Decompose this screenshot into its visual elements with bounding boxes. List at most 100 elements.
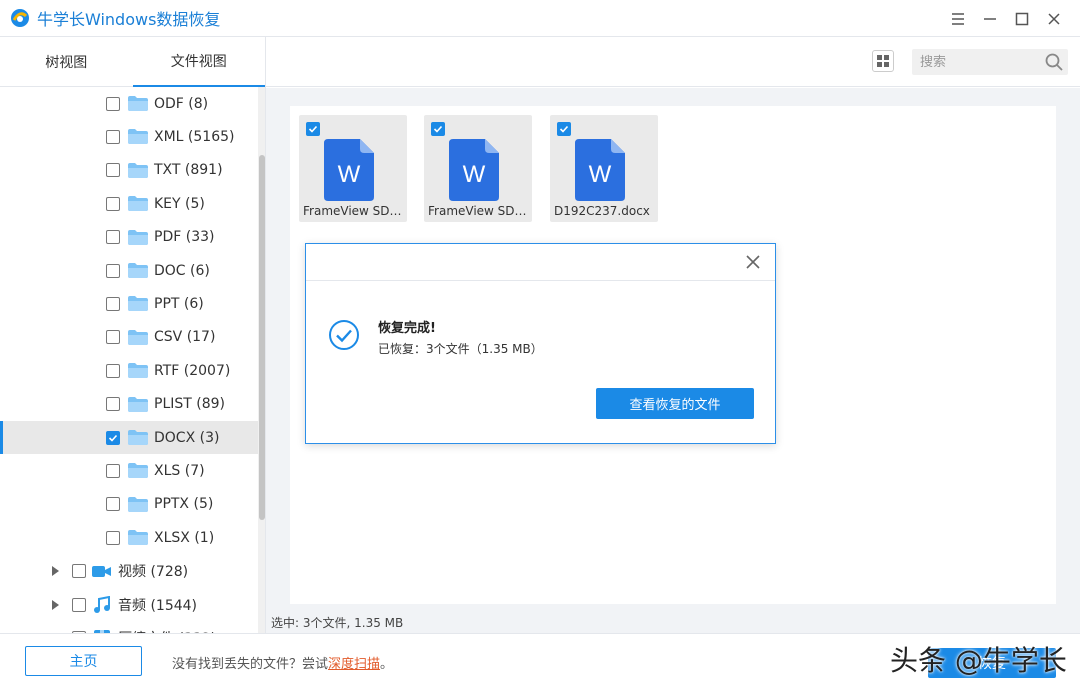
tree-item[interactable]: PDF (33) — [0, 221, 258, 254]
file-checkbox[interactable] — [557, 122, 571, 136]
tree-item-checkbox[interactable] — [106, 129, 120, 144]
tree-item-label: DOC (6) — [154, 262, 210, 279]
dialog-close-icon[interactable] — [745, 254, 761, 270]
folder-icon — [128, 129, 148, 145]
deep-scan-link[interactable]: 深度扫描 — [328, 657, 380, 672]
app-logo-icon — [9, 7, 31, 29]
file-name: FrameView SDK... — [303, 204, 403, 218]
grid-view-button[interactable] — [872, 50, 894, 72]
tree-item[interactable]: RTF (2007) — [0, 354, 258, 387]
dialog-title: 恢复完成! — [378, 321, 436, 336]
tree-item-label: XLS (7) — [154, 462, 205, 479]
tree-item[interactable]: DOCX (3) — [0, 421, 258, 454]
tree-item[interactable]: CSV (17) — [0, 321, 258, 354]
search-icon[interactable] — [1044, 52, 1064, 72]
tree-item-label: XML (5165) — [154, 128, 235, 145]
folder-icon — [128, 296, 148, 312]
maximize-icon[interactable] — [1006, 0, 1038, 37]
tree-category-checkbox[interactable] — [72, 564, 86, 579]
window-controls — [942, 0, 1070, 37]
file-checkbox[interactable] — [306, 122, 320, 136]
folder-icon — [128, 463, 148, 479]
music-icon — [92, 595, 112, 614]
file-checkbox[interactable] — [431, 122, 445, 136]
tab-tree-view[interactable]: 树视图 — [0, 37, 133, 87]
tree-category[interactable]: 压缩文件 (332) — [0, 621, 258, 633]
tree-item-checkbox[interactable] — [106, 263, 120, 278]
tree-item[interactable]: PLIST (89) — [0, 388, 258, 421]
tree-item[interactable]: KEY (5) — [0, 187, 258, 220]
tree-category-checkbox[interactable] — [72, 597, 86, 612]
app-title: 牛学长Windows数据恢复 — [37, 10, 221, 29]
title-bar: 牛学长Windows数据恢复 — [0, 0, 1080, 37]
menu-icon[interactable] — [942, 0, 974, 37]
recovery-complete-dialog: 恢复完成! 已恢复：3个文件（1.35 MB） 查看恢复的文件 — [305, 243, 776, 444]
minimize-icon[interactable] — [974, 0, 1006, 37]
tree-item[interactable]: DOC (6) — [0, 254, 258, 287]
expand-arrow-icon[interactable] — [50, 599, 60, 610]
dialog-subtitle: 已恢复：3个文件（1.35 MB） — [378, 342, 543, 356]
folder-icon — [128, 363, 148, 379]
tree-item-label: PDF (33) — [154, 229, 215, 246]
tree-item-checkbox[interactable] — [106, 163, 120, 178]
file-tile[interactable]: W FrameView SDK... — [299, 115, 407, 222]
tree-category-label: 音频 (1544) — [118, 597, 198, 614]
word-document-icon: W — [449, 139, 499, 201]
file-name: D192C237.docx — [554, 204, 650, 218]
svg-text:W: W — [589, 161, 612, 188]
tree-item[interactable]: XLS (7) — [0, 454, 258, 487]
tree-item[interactable]: PPT (6) — [0, 287, 258, 320]
tree-category-label: 视频 (728) — [118, 564, 189, 581]
search-input[interactable] — [920, 52, 1040, 72]
tree-item-label: TXT (891) — [154, 162, 223, 179]
tree-item-label: ODF (8) — [154, 95, 209, 112]
tree-item-label: XLSX (1) — [154, 529, 215, 546]
view-tabs: 树视图 文件视图 — [0, 37, 265, 87]
tree-item-checkbox[interactable] — [106, 463, 120, 478]
tree-category[interactable]: 视频 (728) — [0, 555, 258, 588]
word-document-icon: W — [324, 139, 374, 201]
folder-icon — [128, 196, 148, 212]
left-panel: 树视图 文件视图 ODF (8) XML (5165) TXT (891) KEY (… — [0, 37, 266, 633]
tree-item-checkbox[interactable] — [106, 230, 120, 245]
tree-item-label: CSV (17) — [154, 329, 216, 346]
tree-item-checkbox[interactable] — [106, 530, 120, 545]
file-tile[interactable]: W FrameView SDK... — [424, 115, 532, 222]
home-button[interactable]: 主页 — [25, 646, 142, 676]
tree-item-checkbox[interactable] — [106, 296, 120, 311]
bottom-bar: 主页 没有找到丢失的文件？尝试深度扫描。 恢复 头条 @牛学长 — [0, 633, 1080, 687]
tree-item-checkbox[interactable] — [106, 397, 120, 412]
folder-icon — [128, 396, 148, 412]
tree-scrollbar[interactable] — [258, 87, 265, 633]
file-tile[interactable]: W D192C237.docx — [550, 115, 658, 222]
tab-file-view[interactable]: 文件视图 — [132, 37, 265, 87]
tree-item-label: PPTX (5) — [154, 496, 214, 513]
tree-item-checkbox[interactable] — [106, 96, 120, 111]
tree-item-label: DOCX (3) — [154, 429, 220, 446]
view-recovered-files-button[interactable]: 查看恢复的文件 — [596, 388, 754, 419]
tree-item-checkbox[interactable] — [106, 430, 120, 445]
tree-item-checkbox[interactable] — [106, 497, 120, 512]
expand-arrow-icon[interactable] — [50, 566, 60, 577]
tree-item-label: RTF (2007) — [154, 362, 231, 379]
tree-item[interactable]: ODF (8) — [0, 87, 258, 120]
scrollbar-thumb[interactable] — [259, 155, 265, 520]
tree-item[interactable]: TXT (891) — [0, 154, 258, 187]
tree-item[interactable]: XLSX (1) — [0, 521, 258, 554]
tree-category[interactable]: 音频 (1544) — [0, 588, 258, 621]
tree-item-checkbox[interactable] — [106, 363, 120, 378]
tree-item-label: PLIST (89) — [154, 396, 225, 413]
video-icon — [92, 564, 112, 579]
watermark-text: 头条 @牛学长 — [890, 644, 1067, 677]
tree-item-checkbox[interactable] — [106, 196, 120, 211]
folder-icon — [128, 496, 148, 512]
tree-item[interactable]: XML (5165) — [0, 120, 258, 153]
search-box — [912, 49, 1068, 75]
tree-item-checkbox[interactable] — [106, 330, 120, 345]
close-icon[interactable] — [1038, 0, 1070, 37]
tree-item-label: KEY (5) — [154, 195, 205, 212]
tree-item[interactable]: PPTX (5) — [0, 488, 258, 521]
file-type-tree: ODF (8) XML (5165) TXT (891) KEY (5) PDF (33… — [0, 87, 258, 633]
folder-icon — [128, 530, 148, 546]
right-toolbar — [266, 37, 1080, 87]
